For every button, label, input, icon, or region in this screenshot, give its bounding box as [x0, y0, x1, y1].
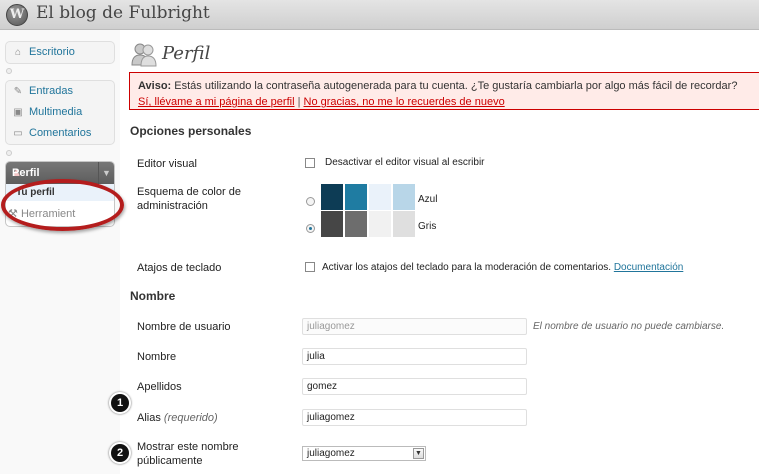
nickname-label: Alias (requerido) [137, 411, 218, 425]
users-icon [131, 43, 157, 67]
notice-separator: | [294, 96, 304, 108]
sidebar-item-label: Perfil [12, 167, 40, 179]
menu-group-dashboard: ⌂ Escritorio [5, 41, 115, 64]
display-name-value: juliagomez [307, 448, 355, 459]
username-label: Nombre de usuario [137, 321, 231, 333]
chevron-down-icon[interactable]: ▼ [98, 162, 114, 184]
color-scheme-azul-name: Azul [418, 194, 438, 205]
notice-label: Aviso: [138, 80, 172, 92]
menu-separator [6, 150, 12, 156]
section-title-personal: Opciones personales [130, 124, 252, 138]
first-name-field[interactable]: julia [302, 348, 527, 365]
color-swatch [345, 184, 367, 210]
username-field[interactable]: juliagomez [302, 318, 527, 335]
section-title-nombre: Nombre [130, 289, 176, 303]
nickname-label-text: Alias [137, 412, 161, 424]
username-hint: El nombre de usuario no puede cambiarse. [533, 321, 725, 332]
sidebar-item-comentarios[interactable]: ▭ Comentarios [6, 123, 114, 144]
color-scheme-gris-name: Gris [418, 221, 437, 232]
last-name-field[interactable]: gomez [302, 378, 527, 395]
color-swatch [369, 211, 391, 237]
documentation-link[interactable]: Documentación [614, 262, 683, 273]
admin-header: W El blog de Fulbright [0, 0, 759, 30]
sidebar-item-label: Entradas [29, 85, 74, 97]
keyboard-shortcuts-text: Activar los atajos del teclado para la m… [322, 262, 612, 273]
sidebar-item-label: Escritorio [29, 46, 75, 58]
visual-editor-checkbox[interactable] [305, 158, 315, 168]
sidebar-item-multimedia[interactable]: ▣ Multimedia [6, 102, 114, 123]
step-marker-2: 2 [109, 442, 131, 464]
step-marker-1: 1 [109, 392, 131, 414]
wordpress-logo-icon[interactable]: W [6, 4, 28, 26]
admin-sidebar: ⌂ Escritorio ✎ Entradas ▣ Multimedia ▭ C… [0, 30, 124, 474]
first-name-label: Nombre [137, 351, 177, 363]
password-notice: Aviso: Estás utilizando la contraseña au… [129, 72, 759, 110]
color-swatch [369, 184, 391, 210]
home-icon: ⌂ [14, 46, 22, 58]
display-name-label: Mostrar este nombre públicamente [137, 441, 239, 467]
color-swatch [321, 184, 343, 210]
color-scheme-gris-radio[interactable] [306, 224, 315, 233]
last-name-label: Apellidos [137, 381, 182, 393]
color-swatch [393, 184, 415, 210]
media-icon: ▣ [13, 106, 23, 118]
sidebar-item-escritorio[interactable]: ⌂ Escritorio [6, 42, 114, 63]
visual-editor-option: Desactivar el editor visual al escribir [325, 157, 485, 168]
comment-icon: ▭ [13, 127, 23, 139]
color-swatch [321, 211, 343, 237]
page-title: Perfil [162, 43, 211, 64]
notice-text: Estás utilizando la contraseña autogener… [171, 80, 738, 92]
keyboard-shortcuts-option: Activar los atajos del teclado para la m… [322, 262, 683, 273]
menu-group-content: ✎ Entradas ▣ Multimedia ▭ Comentarios [5, 80, 115, 145]
chevron-down-icon: ▼ [413, 448, 424, 459]
dismiss-notice-link[interactable]: No gracias, no me lo recuerdes de nuevo [304, 96, 505, 108]
visual-editor-label: Editor visual [137, 158, 197, 170]
go-to-profile-link[interactable]: Sí, llévame a mi página de perfil [138, 96, 295, 108]
menu-separator [6, 68, 12, 74]
color-scheme-azul-radio[interactable] [306, 197, 315, 206]
color-swatch [393, 211, 415, 237]
site-title[interactable]: El blog de Fulbright [36, 3, 210, 23]
highlight-oval [1, 179, 124, 231]
color-swatch [345, 211, 367, 237]
keyboard-shortcuts-checkbox[interactable] [305, 262, 315, 272]
required-note: (requerido) [163, 412, 218, 424]
display-name-select[interactable]: juliagomez ▼ [302, 446, 426, 461]
sidebar-item-label: Multimedia [29, 106, 83, 118]
keyboard-shortcuts-label: Atajos de teclado [137, 262, 222, 274]
nickname-field[interactable]: juliagomez [302, 409, 527, 426]
sidebar-item-label: Comentarios [29, 127, 92, 139]
sidebar-item-entradas[interactable]: ✎ Entradas [6, 81, 114, 102]
pin-icon: ✎ [13, 85, 23, 97]
color-scheme-label: Esquema de color de administración [137, 186, 241, 212]
